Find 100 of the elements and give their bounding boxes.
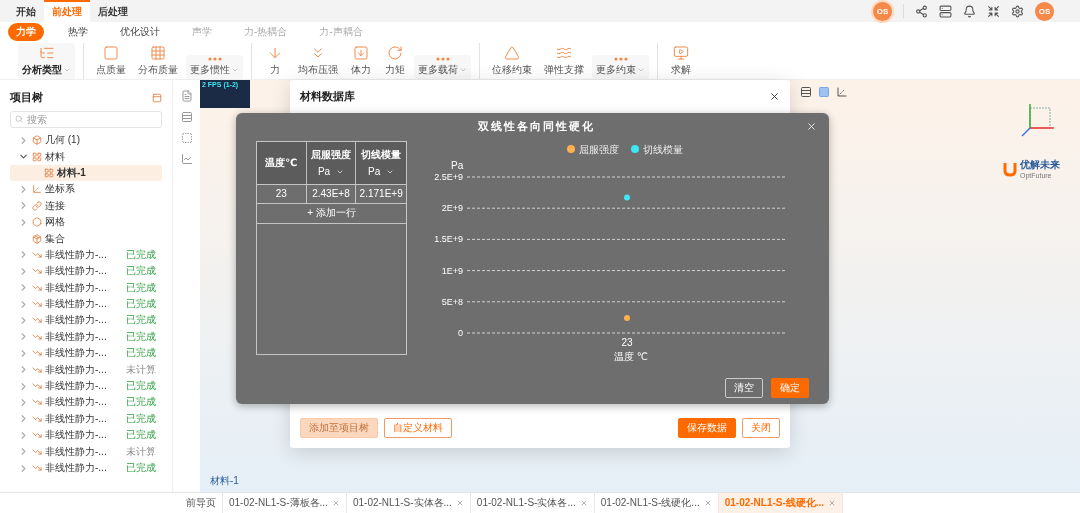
- side-tool-icon[interactable]: [180, 153, 193, 165]
- tree-item[interactable]: 非线性静力-... 未计算: [10, 443, 162, 460]
- toolbar-button[interactable]: 分析类型: [18, 42, 75, 79]
- tick-label: 1E+9: [441, 265, 463, 276]
- viewport-label: 材料-1: [210, 474, 239, 488]
- shrink-icon[interactable]: [987, 4, 1000, 18]
- dialog-title: 材料数据库: [300, 88, 355, 104]
- tree-item-label: 坐标系: [45, 182, 75, 197]
- tree-node-icon: [32, 348, 42, 359]
- column-header: 温度℃: [265, 155, 298, 170]
- side-tool-icon[interactable]: [180, 90, 193, 102]
- add-row-button[interactable]: + 添加一行: [257, 203, 406, 224]
- unit-select[interactable]: Pa: [368, 166, 395, 178]
- tree-item[interactable]: 非线性静力-... 已完成: [10, 394, 162, 411]
- logo-name: 优解未来: [1020, 158, 1060, 172]
- table-cell[interactable]: 2.43E+8: [306, 184, 357, 203]
- tree-item[interactable]: 非线性静力-... 未计算: [10, 361, 162, 378]
- toolbar-button[interactable]: 点质量: [92, 42, 130, 79]
- tree-item[interactable]: 非线性静力-... 已完成: [10, 427, 162, 444]
- settings-icon[interactable]: [1011, 4, 1024, 18]
- tick-label: 2.5E+9: [434, 171, 463, 182]
- tree-item-label: 非线性静力-...: [45, 379, 107, 394]
- tree-item-label: 非线性静力-...: [45, 247, 107, 262]
- tree-item[interactable]: 集合: [10, 230, 162, 247]
- tree-item[interactable]: 连接: [10, 197, 162, 214]
- tree-item[interactable]: 非线性静力-... 已完成: [10, 312, 162, 329]
- play-screen-icon: [673, 44, 689, 61]
- tree-item[interactable]: 非线性静力-... 已完成: [10, 246, 162, 264]
- tree-item[interactable]: 材料-1: [10, 164, 162, 182]
- sub-tab[interactable]: 热学: [60, 23, 96, 41]
- status-text: 已完成: [126, 329, 156, 344]
- unit-select[interactable]: Pa: [317, 166, 345, 178]
- tree-item-label: 集合: [45, 231, 65, 246]
- side-tool-icon[interactable]: [180, 111, 193, 123]
- server-icon[interactable]: [939, 4, 952, 18]
- tree-item[interactable]: 非线性静力-... 已完成: [10, 410, 162, 428]
- panel-collapse-icon[interactable]: [152, 92, 162, 103]
- table-cell[interactable]: 2.171E+9: [356, 184, 406, 203]
- side-tool-icon[interactable]: [180, 132, 193, 144]
- table-cell[interactable]: 23: [257, 184, 307, 203]
- tree-item[interactable]: 非线性静力-... 已完成: [10, 263, 162, 280]
- tree-node-icon: [32, 184, 42, 195]
- legend-label: 屈服强度: [579, 143, 619, 155]
- toolbar-button[interactable]: 分布质量: [134, 42, 182, 79]
- status-text: 已完成: [126, 247, 156, 262]
- tree-item-label: 连接: [45, 198, 65, 213]
- triangle-icon: [504, 44, 520, 61]
- search-icon: [15, 115, 23, 123]
- tree-node-icon: [32, 200, 42, 211]
- legend-label: 切线模量: [643, 143, 683, 155]
- tree-item[interactable]: 坐标系: [10, 181, 162, 198]
- toolbar-button[interactable]: 更多惯性: [186, 54, 243, 79]
- toolbar-button[interactable]: 弹性支撑: [540, 42, 588, 79]
- view-toolbar-icon[interactable]: [800, 86, 812, 98]
- status-text: 未计算: [126, 362, 156, 377]
- dialog-title: 双线性各向同性硬化: [478, 119, 595, 135]
- tree-item[interactable]: 非线性静力-... 已完成: [10, 377, 162, 395]
- tree-item[interactable]: 几何 (1): [10, 132, 162, 149]
- toolbar-button[interactable]: 求解: [666, 42, 696, 79]
- close-icon[interactable]: [769, 90, 780, 102]
- tree-item[interactable]: 非线性静力-... 已完成: [10, 345, 162, 362]
- tick-label: 1.5E+9: [434, 234, 463, 245]
- tick-label: 0: [458, 327, 463, 338]
- tree-item-label: 非线性静力-...: [45, 264, 107, 279]
- toolbar-button[interactable]: 力: [260, 42, 290, 79]
- tree-node-icon: [32, 217, 42, 228]
- toolbar-button[interactable]: 均布压强: [294, 42, 342, 79]
- square-icon: [103, 44, 119, 61]
- tree-item[interactable]: 网格: [10, 213, 162, 231]
- toolbar-button[interactable]: 力矩: [380, 42, 410, 79]
- tree-item[interactable]: 非线性静力-... 已完成: [10, 459, 162, 477]
- column-header: 屈服强度: [311, 148, 351, 163]
- status-text: 已完成: [126, 428, 156, 443]
- tree-item-label: 非线性静力-...: [45, 362, 107, 377]
- tree-item[interactable]: 非线性静力-... 已完成: [10, 328, 162, 346]
- toolbar-button[interactable]: 更多约束: [592, 54, 649, 79]
- tree-item[interactable]: 非线性静力-... 已完成: [10, 279, 162, 296]
- status-text: 已完成: [126, 395, 156, 410]
- toolbar-button[interactable]: 体力: [346, 42, 376, 79]
- main-tab[interactable]: 后处理: [90, 0, 136, 22]
- tree-node-icon: [32, 364, 42, 375]
- tree-item[interactable]: 非线性静力-... 已完成: [10, 295, 162, 313]
- more-icon: [435, 56, 450, 61]
- dialog-button[interactable]: 清空: [725, 378, 763, 399]
- share-icon[interactable]: [915, 4, 928, 18]
- grid-icon: [150, 44, 166, 61]
- tree-node-icon: [32, 413, 42, 424]
- sub-tab[interactable]: 优化设计: [112, 23, 168, 41]
- logo-icon: [1003, 160, 1017, 177]
- notification-icon[interactable]: [963, 4, 976, 18]
- main-tab[interactable]: 开始: [8, 0, 44, 22]
- search-field[interactable]: 搜索: [10, 111, 162, 128]
- tree-item[interactable]: 材料: [10, 148, 162, 165]
- tree-node-icon: [32, 233, 42, 244]
- toolbar-button[interactable]: 位移约束: [488, 42, 536, 79]
- caret-icon[interactable]: [18, 249, 29, 261]
- toolbar-button[interactable]: 更多载荷: [414, 54, 471, 79]
- tree-node-icon: [32, 299, 42, 310]
- tree-node-icon: [44, 167, 54, 178]
- axis-title: 温度 ℃: [614, 350, 648, 362]
